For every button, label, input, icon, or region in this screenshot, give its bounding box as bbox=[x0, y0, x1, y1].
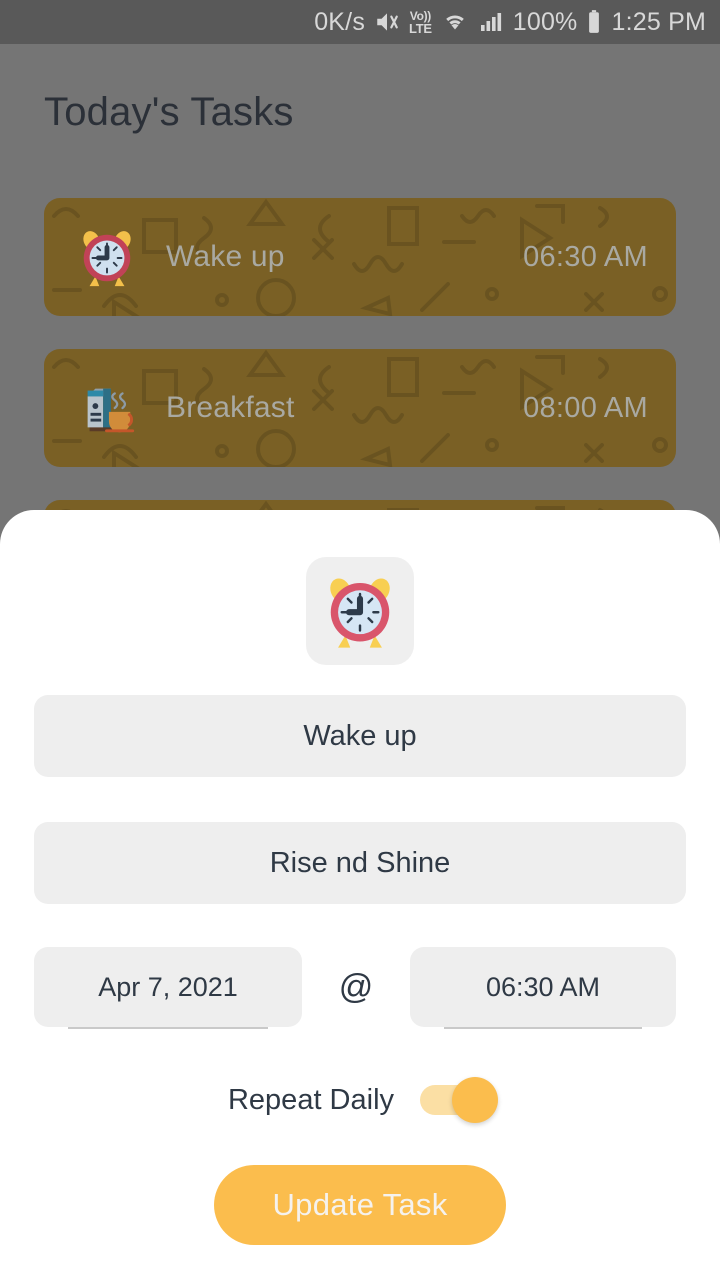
network-speed: 0K/s bbox=[314, 7, 366, 36]
repeat-daily-toggle[interactable] bbox=[420, 1077, 499, 1123]
volte-icon: Vo)) LTE bbox=[409, 10, 432, 35]
phone-screen: Today's Tasks Wake up 06:30 AM Breakfast… bbox=[0, 0, 720, 1280]
volte-line-1: Vo)) bbox=[409, 8, 432, 23]
mute-icon bbox=[374, 9, 400, 35]
update-task-button[interactable]: Update Task bbox=[214, 1165, 506, 1245]
status-bar: 0K/s Vo)) LTE 100% 1:25 PM bbox=[0, 0, 720, 44]
task-title-input[interactable]: Wake up bbox=[34, 695, 686, 777]
cellular-signal-icon bbox=[478, 10, 504, 34]
repeat-daily-row: Repeat Daily bbox=[0, 1072, 720, 1128]
page-title: Today's Tasks bbox=[44, 90, 294, 134]
task-title-value: Wake up bbox=[303, 719, 417, 752]
volte-line-2: LTE bbox=[409, 20, 432, 36]
task-card[interactable]: Breakfast 08:00 AM bbox=[44, 349, 676, 467]
task-time: 08:00 AM bbox=[523, 391, 648, 424]
breakfast-icon bbox=[74, 375, 140, 441]
battery-full-icon bbox=[586, 9, 602, 35]
task-note-value: Rise nd Shine bbox=[269, 846, 451, 879]
battery-percent: 100% bbox=[512, 7, 578, 36]
wifi-icon bbox=[441, 10, 469, 34]
task-label: Wake up bbox=[166, 240, 285, 273]
time-field-underline bbox=[444, 1027, 642, 1029]
task-card-row: Wake up 06:30 AM bbox=[44, 198, 676, 316]
repeat-daily-label: Repeat Daily bbox=[227, 1083, 395, 1116]
alarm-clock-icon bbox=[74, 224, 140, 290]
toggle-thumb bbox=[452, 1077, 499, 1123]
status-clock: 1:25 PM bbox=[611, 7, 706, 36]
alarm-clock-icon[interactable] bbox=[306, 557, 414, 665]
task-time: 06:30 AM bbox=[523, 240, 648, 273]
edit-task-sheet: Wake up Rise nd Shine Apr 7, 2021 @ 06:3… bbox=[0, 510, 720, 1280]
date-picker-field[interactable]: Apr 7, 2021 bbox=[34, 947, 302, 1029]
date-field-underline bbox=[68, 1027, 268, 1029]
time-value: 06:30 AM bbox=[485, 971, 601, 1002]
time-picker-field[interactable]: 06:30 AM bbox=[410, 947, 676, 1029]
at-separator: @ bbox=[338, 967, 374, 1006]
task-note-input[interactable]: Rise nd Shine bbox=[34, 822, 686, 904]
task-card-row: Breakfast 08:00 AM bbox=[44, 349, 676, 467]
task-card[interactable]: Wake up 06:30 AM bbox=[44, 198, 676, 316]
date-value: Apr 7, 2021 bbox=[98, 971, 238, 1002]
task-label: Breakfast bbox=[166, 391, 295, 424]
